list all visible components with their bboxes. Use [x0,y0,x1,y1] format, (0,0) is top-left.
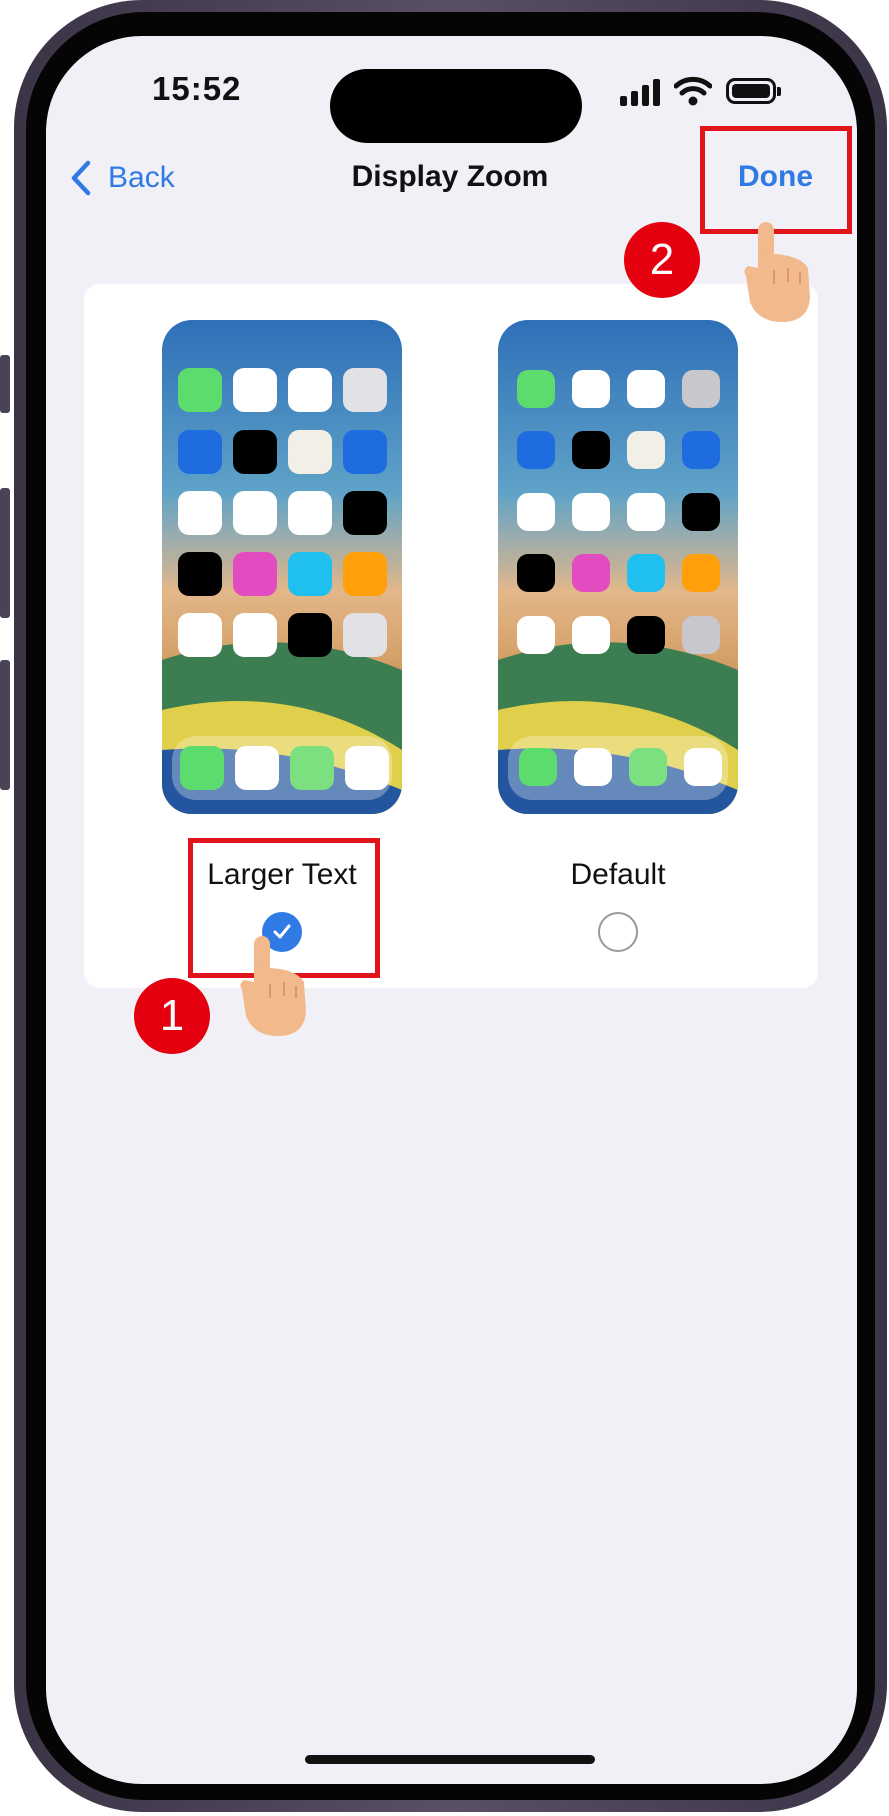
back-button[interactable]: Back [70,158,175,198]
chevron-left-icon [71,160,91,196]
pointing-hand-icon [240,936,306,1036]
volume-up-button [0,488,10,618]
step1-badge: 1 [134,978,210,1054]
default-radio[interactable] [598,912,638,952]
back-label: Back [108,161,175,194]
dynamic-island [330,69,582,143]
status-time: 15:52 [152,70,242,107]
volume-down-button [0,660,10,790]
signal-icon [620,79,660,106]
wifi-icon [674,76,712,106]
battery-icon [726,78,781,104]
page-title: Display Zoom [351,160,549,193]
default-preview[interactable] [498,320,738,814]
step2-badge: 2 [624,222,700,298]
larger-text-preview[interactable] [162,320,402,814]
pointing-hand-icon [744,222,810,322]
mute-switch [0,355,10,413]
default-label: Default [570,858,666,891]
home-indicator[interactable] [305,1755,595,1764]
